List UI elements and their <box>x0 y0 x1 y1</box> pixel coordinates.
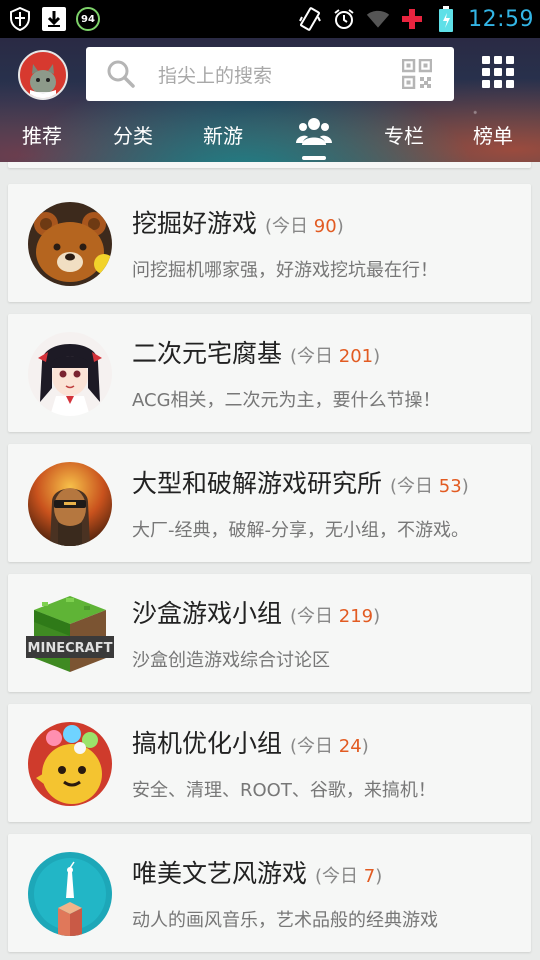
group-card[interactable]: 二次元宅腐基 (今日 201) ACG相关，二次元为主，要什么节操！ <box>8 314 531 432</box>
today-suffix: ) <box>361 736 369 757</box>
today-label: (今日 <box>315 866 359 887</box>
today-label: (今日 <box>390 476 434 497</box>
today-label: (今日 <box>290 606 334 627</box>
alarm-icon <box>332 7 356 31</box>
group-card[interactable]: 大型和破解游戏研究所 (今日 53) 大厂-经典，破解-分享，无小组，不游戏。 <box>8 444 531 562</box>
today-count: (今日 24) <box>290 732 369 758</box>
today-count: (今日 201) <box>290 342 380 368</box>
group-list[interactable]: 挖掘好游戏 (今日 90) 问挖掘机哪家强，好游戏挖坑最在行！ 二次元宅腐基 (… <box>0 162 540 960</box>
today-count: (今日 53) <box>390 472 469 498</box>
today-label: (今日 <box>290 736 334 757</box>
tab-category[interactable]: 分类 <box>113 120 153 150</box>
clock: 12:59 <box>468 6 534 32</box>
minecraft-icon-text: MINECRAFT <box>28 641 113 656</box>
group-title[interactable]: 唯美文艺风游戏 <box>132 854 307 890</box>
group-title[interactable]: 挖掘好游戏 <box>132 204 257 240</box>
group-description: 问挖掘机哪家强，好游戏挖坑最在行！ <box>132 260 438 281</box>
group-card[interactable]: 搞机优化小组 (今日 24) 安全、清理、ROOT、谷歌，来搞机！ <box>8 704 531 822</box>
tab-columns[interactable]: 专栏 <box>384 120 424 150</box>
count-value: 24 <box>338 736 362 757</box>
today-suffix: ) <box>373 346 381 367</box>
today-suffix: ) <box>375 866 383 887</box>
grid-menu-icon[interactable] <box>482 56 514 88</box>
today-suffix: ) <box>336 216 344 237</box>
app-header: 指尖上的搜索 推荐 分类 新游 专栏 榜单 <box>0 38 540 162</box>
group-description: 大厂-经典，破解-分享，无小组，不游戏。 <box>132 520 469 541</box>
group-card[interactable]: 挖掘好游戏 (今日 90) 问挖掘机哪家强，好游戏挖坑最在行！ <box>8 184 531 302</box>
count-value: 53 <box>438 476 462 497</box>
group-description: ACG相关，二次元为主，要什么节操！ <box>132 390 441 411</box>
today-count: (今日 7) <box>315 862 382 888</box>
group-description: 沙盒创造游戏综合讨论区 <box>132 650 330 671</box>
today-label: (今日 <box>265 216 309 237</box>
list-item[interactable] <box>8 162 531 168</box>
count-value: 201 <box>338 346 374 367</box>
wifi-icon <box>366 7 390 31</box>
tab-new-games[interactable]: 新游 <box>203 120 243 150</box>
search-bar[interactable]: 指尖上的搜索 <box>86 47 454 101</box>
tab-groups[interactable] <box>296 116 332 146</box>
groups-icon <box>296 118 332 145</box>
group-card[interactable]: 唯美文艺风游戏 (今日 7) 动人的画风音乐，艺术品般的经典游戏 <box>8 834 531 952</box>
group-title[interactable]: 搞机优化小组 <box>132 724 282 760</box>
group-card[interactable]: MINECRAFT 沙盒游戏小组 (今日 219) 沙盒创造游戏综合讨论区 <box>8 574 531 692</box>
notification-badge: 94 <box>76 7 100 31</box>
monument-valley-icon <box>28 852 112 936</box>
tab-rankings[interactable]: 榜单 <box>473 120 513 150</box>
group-title[interactable]: 大型和破解游戏研究所 <box>132 464 382 500</box>
minecraft-icon: MINECRAFT <box>26 592 114 676</box>
count-value: 90 <box>313 216 337 237</box>
tab-recommend[interactable]: 推荐 <box>22 120 62 150</box>
shield-icon <box>8 7 32 31</box>
vibrate-icon <box>298 7 322 31</box>
tab-indicator <box>302 156 326 160</box>
group-title[interactable]: 沙盒游戏小组 <box>132 594 282 630</box>
user-avatar[interactable] <box>18 50 68 100</box>
today-label: (今日 <box>290 346 334 367</box>
group-description: 动人的画风音乐，艺术品般的经典游戏 <box>132 910 438 931</box>
bear-icon <box>28 202 112 286</box>
count-value: 219 <box>338 606 374 627</box>
tab-bar: 推荐 分类 新游 专栏 榜单 <box>0 110 540 162</box>
today-count: (今日 90) <box>265 212 344 238</box>
soldier-icon <box>28 462 112 546</box>
download-icon <box>42 7 66 31</box>
battery-icon <box>434 6 458 32</box>
group-title[interactable]: 二次元宅腐基 <box>132 334 282 370</box>
today-suffix: ) <box>461 476 469 497</box>
today-count: (今日 219) <box>290 602 380 628</box>
search-icon <box>107 60 135 88</box>
status-bar: 94 12:59 <box>0 0 540 38</box>
plus-icon <box>400 7 424 31</box>
anime-girl-icon <box>28 332 112 416</box>
search-placeholder[interactable]: 指尖上的搜索 <box>158 61 402 88</box>
cartoon-icon <box>28 722 112 806</box>
qr-scan-icon[interactable] <box>402 59 432 89</box>
group-description: 安全、清理、ROOT、谷歌，来搞机！ <box>132 780 436 801</box>
count-value: 7 <box>363 866 376 887</box>
today-suffix: ) <box>373 606 381 627</box>
